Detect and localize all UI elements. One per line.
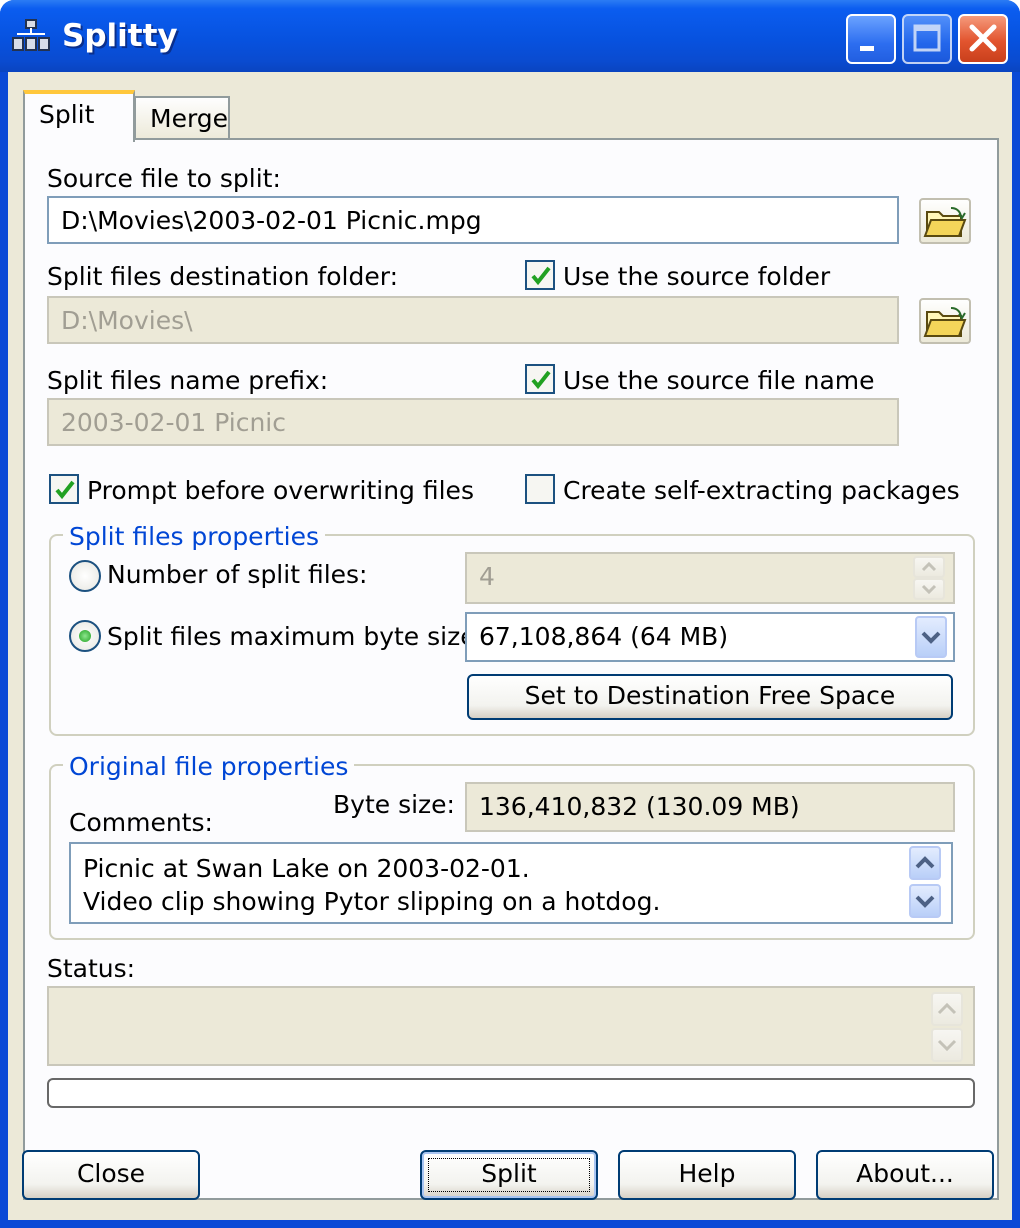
open-folder-icon (923, 307, 967, 337)
close-icon (969, 24, 997, 52)
destination-folder-label: Split files destination folder: (47, 262, 399, 291)
prompt-overwrite-checkbox[interactable] (49, 474, 79, 504)
close-button[interactable]: Close (22, 1150, 200, 1200)
comments-line-2: Video clip showing Pytor slipping on a h… (83, 887, 661, 916)
set-destination-free-space-button[interactable]: Set to Destination Free Space (467, 674, 953, 720)
max-size-label: Split files maximum byte size: (107, 622, 485, 651)
status-textarea (47, 986, 975, 1066)
source-file-label: Source file to split: (47, 164, 281, 193)
chevron-up-icon (915, 856, 935, 869)
app-window: Splitty Split Merge Source file to split… (0, 0, 1020, 1228)
chevron-down-icon (921, 584, 937, 595)
use-source-name-label: Use the source file name (563, 366, 875, 395)
about-button[interactable]: About... (816, 1150, 994, 1200)
status-scroll-down (931, 1028, 963, 1062)
window-title: Splitty (62, 18, 178, 54)
name-prefix-label: Split files name prefix: (47, 366, 329, 395)
browse-destination-button[interactable] (919, 298, 971, 344)
self-extracting-label: Create self-extracting packages (563, 476, 960, 505)
original-properties-title: Original file properties (63, 752, 355, 781)
tab-split[interactable]: Split (23, 90, 135, 142)
checkmark-icon (531, 370, 551, 390)
number-of-files-label: Number of split files: (107, 560, 368, 589)
max-size-radio[interactable] (69, 620, 101, 652)
comments-scroll-up[interactable] (909, 846, 941, 880)
radio-selected-dot (79, 630, 91, 642)
prompt-overwrite-label: Prompt before overwriting files (87, 476, 474, 505)
progress-bar (47, 1078, 975, 1108)
number-of-files-radio[interactable] (69, 560, 101, 592)
comments-line-1: Picnic at Swan Lake on 2003-02-01. (83, 854, 530, 883)
chevron-up-icon (921, 561, 937, 572)
open-folder-icon (923, 207, 967, 237)
maximize-icon (913, 24, 941, 52)
source-file-input[interactable]: D:\Movies\2003-02-01 Picnic.mpg (47, 196, 899, 244)
help-button[interactable]: Help (618, 1150, 796, 1200)
chevron-up-icon (937, 1002, 957, 1015)
split-tab-panel: Source file to split: D:\Movies\2003-02-… (23, 138, 999, 1200)
max-size-dropdown-button[interactable] (915, 616, 947, 658)
app-icon (12, 19, 50, 51)
chevron-down-icon (937, 1039, 957, 1052)
minimize-button[interactable] (846, 14, 896, 64)
comments-label: Comments: (69, 808, 213, 837)
use-source-folder-label: Use the source folder (563, 262, 831, 291)
number-of-files-input: 4 (465, 552, 955, 604)
tab-merge[interactable]: Merge (134, 96, 230, 140)
dialog-client: Split Merge Source file to split: D:\Mov… (8, 72, 1012, 1220)
minimize-icon (860, 46, 874, 51)
use-source-name-checkbox[interactable] (525, 364, 555, 394)
number-down-button (913, 578, 945, 600)
maximize-button (902, 14, 952, 64)
close-window-button[interactable] (958, 14, 1008, 64)
browse-source-button[interactable] (919, 198, 971, 244)
tab-split-label: Split (39, 100, 95, 129)
status-label: Status: (47, 954, 136, 983)
tab-merge-label: Merge (150, 104, 229, 133)
comments-scroll-down[interactable] (909, 884, 941, 918)
comments-textarea[interactable]: Picnic at Swan Lake on 2003-02-01. Video… (69, 842, 953, 924)
name-prefix-input: 2003-02-01 Picnic (47, 398, 899, 446)
status-scroll-up (931, 992, 963, 1026)
chevron-down-icon (915, 895, 935, 908)
self-extracting-checkbox[interactable] (525, 474, 555, 504)
split-button[interactable]: Split (420, 1150, 598, 1200)
checkmark-icon (531, 266, 551, 286)
byte-size-value: 136,410,832 (130.09 MB) (465, 782, 955, 832)
destination-folder-input: D:\Movies\ (47, 296, 899, 344)
checkmark-icon (55, 480, 75, 500)
number-up-button (913, 556, 945, 578)
title-bar[interactable]: Splitty (0, 0, 1020, 72)
max-size-select[interactable]: 67,108,864 (64 MB) (465, 612, 955, 662)
byte-size-label: Byte size: (333, 790, 455, 819)
split-properties-title: Split files properties (63, 522, 325, 551)
use-source-folder-checkbox[interactable] (525, 260, 555, 290)
chevron-down-icon (921, 631, 941, 644)
